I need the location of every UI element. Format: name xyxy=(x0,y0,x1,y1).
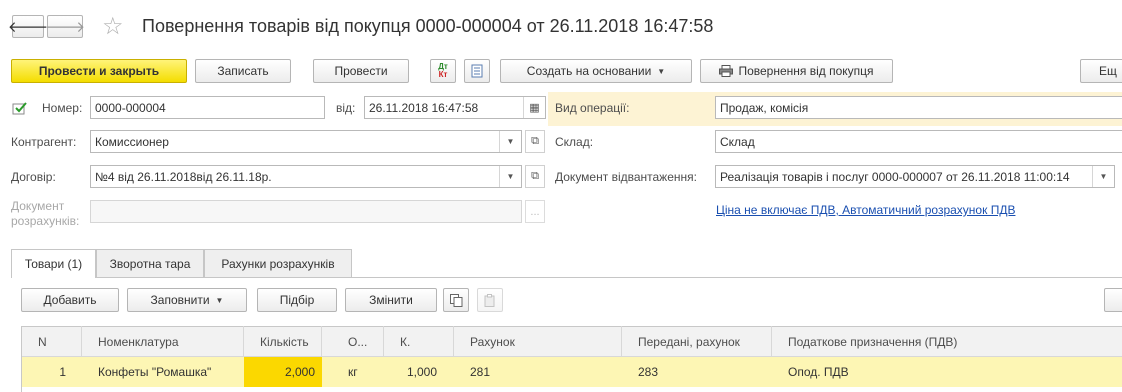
number-field[interactable]: 0000-000004 xyxy=(90,96,325,119)
contract-label: Договір: xyxy=(11,170,56,184)
column-header-item[interactable]: Номенклатура xyxy=(82,326,244,357)
kt-icon-text: Кт xyxy=(438,70,448,79)
shipment-document-value: Реалізація товарів і послуг 0000-000007 … xyxy=(720,169,1070,184)
column-header-account[interactable]: Рахунок xyxy=(454,326,622,357)
change-label: Змінити xyxy=(369,293,413,307)
date-value: 26.11.2018 16:47:58 xyxy=(369,100,479,115)
tabs-baseline xyxy=(11,277,1122,278)
select-label: Підбір xyxy=(279,293,315,307)
number-value: 0000-000004 xyxy=(95,100,166,115)
column-header-coefficient[interactable]: К. xyxy=(384,326,454,357)
counterparty-field[interactable]: Комиссионер ▼ xyxy=(90,130,522,153)
tab-settlement-accounts-label: Рахунки розрахунків xyxy=(221,256,335,271)
dtkt-button[interactable]: Дт Кт xyxy=(430,59,456,83)
document-icon xyxy=(471,64,483,78)
row-coefficient[interactable]: 1,000 xyxy=(384,357,454,387)
arrow-left-icon: 🡐 xyxy=(7,19,49,36)
chevron-down-icon[interactable]: ▼ xyxy=(499,131,521,152)
row-account[interactable]: 281 xyxy=(454,357,622,387)
tab-goods-label: Товари (1) xyxy=(24,257,83,271)
fill-button[interactable]: Заповнити ▼ xyxy=(127,288,247,312)
column-header-quantity[interactable]: Кількість xyxy=(244,326,322,357)
warehouse-label: Склад: xyxy=(555,135,594,149)
create-based-on-label: Создать на основании xyxy=(526,64,652,78)
contract-field[interactable]: №4 від 26.11.2018від 26.11.18р. ▼ xyxy=(90,165,522,188)
post-and-close-label: Провести и закрыть xyxy=(38,64,160,78)
copy-rows-button[interactable] xyxy=(443,288,469,312)
more-button[interactable]: Ещ xyxy=(1080,59,1122,83)
tab-returnable-packaging[interactable]: Зворотна тара xyxy=(96,249,204,277)
forward-button[interactable]: 🡒 xyxy=(44,15,86,38)
settlement-document-label: Документ розрахунків: xyxy=(11,199,79,229)
chevron-down-icon: ▼ xyxy=(215,295,224,305)
contract-value: №4 від 26.11.2018від 26.11.18р. xyxy=(95,169,272,184)
shipment-document-field[interactable]: Реалізація товарів і послуг 0000-000007 … xyxy=(715,165,1115,188)
paste-rows-button xyxy=(477,288,503,312)
operation-type-value: Продаж, комісія xyxy=(720,100,809,115)
save-button[interactable]: Записать xyxy=(195,59,291,83)
post-and-close-button[interactable]: Провести и закрыть xyxy=(11,59,187,83)
create-based-on-button[interactable]: Создать на основании ▼ xyxy=(500,59,692,83)
change-button[interactable]: Змінити xyxy=(345,288,437,312)
document-structure-button[interactable] xyxy=(464,59,490,83)
open-contract-icon[interactable]: ⧉ xyxy=(525,165,545,188)
row-unit[interactable]: кг xyxy=(322,357,384,387)
row-number: 1 xyxy=(59,365,66,379)
add-row-label: Добавить xyxy=(43,293,97,307)
printer-icon xyxy=(719,65,734,77)
table-more-button[interactable] xyxy=(1104,288,1122,312)
copy-icon xyxy=(449,293,462,307)
tab-settlement-accounts[interactable]: Рахунки розрахунків xyxy=(204,249,352,277)
open-counterparty-icon[interactable]: ⧉ xyxy=(525,130,545,153)
tab-goods[interactable]: Товари (1) xyxy=(11,249,96,278)
settlement-label-line1: Документ xyxy=(11,199,65,213)
column-header-n[interactable]: N xyxy=(22,326,82,357)
print-return-label: Повернення від покупця xyxy=(738,64,874,78)
date-label: від: xyxy=(336,101,356,115)
more-label: Ещ xyxy=(1099,64,1117,78)
column-header-transferred-account[interactable]: Передані, рахунок xyxy=(622,326,772,357)
add-row-button[interactable]: Добавить xyxy=(21,288,119,312)
row-quantity[interactable]: 2,000 xyxy=(244,357,322,387)
chevron-down-icon[interactable]: ▼ xyxy=(499,166,521,187)
row-item[interactable]: Конфеты "Ромашка" xyxy=(82,357,244,387)
save-label: Записать xyxy=(217,64,269,78)
row-vat-purpose[interactable]: Опод. ПДВ xyxy=(772,357,1122,387)
warehouse-value: Склад xyxy=(720,134,755,149)
shipment-document-label: Документ відвантаження: xyxy=(555,170,697,184)
paste-icon xyxy=(484,293,494,307)
date-field[interactable]: 26.11.2018 16:47:58 ▦ xyxy=(364,96,546,119)
settlement-label-line2: розрахунків: xyxy=(11,214,80,228)
number-label: Номер: xyxy=(42,101,83,115)
fill-label: Заповнити xyxy=(150,293,210,307)
select-button[interactable]: Підбір xyxy=(257,288,337,312)
column-header-vat-purpose[interactable]: Податкове призначення (ПДВ) xyxy=(772,326,1122,357)
post-label: Провести xyxy=(334,64,388,78)
calendar-icon[interactable]: ▦ xyxy=(523,97,545,118)
posted-status-icon xyxy=(12,102,27,115)
settlement-select-button: ... xyxy=(525,200,545,223)
print-return-button[interactable]: Повернення від покупця xyxy=(700,59,893,83)
counterparty-value: Комиссионер xyxy=(95,134,169,149)
tab-returnable-packaging-label: Зворотна тара xyxy=(109,256,191,271)
post-button[interactable]: Провести xyxy=(313,59,409,83)
chevron-down-icon: ▼ xyxy=(657,66,666,76)
chevron-down-icon[interactable]: ▼ xyxy=(1092,166,1114,187)
settlement-document-field xyxy=(90,200,522,223)
favorite-star-icon[interactable]: ☆ xyxy=(102,12,124,41)
operation-type-field[interactable]: Продаж, комісія xyxy=(715,96,1122,119)
vat-settings-link[interactable]: Ціна не включає ПДВ, Автоматичний розрах… xyxy=(716,203,1015,217)
warehouse-field[interactable]: Склад xyxy=(715,130,1122,153)
counterparty-label: Контрагент: xyxy=(11,135,77,149)
arrow-right-icon: 🡒 xyxy=(44,19,86,36)
page-title: Повернення товарів від покупця 0000-0000… xyxy=(142,16,714,36)
row-transferred-account[interactable]: 283 xyxy=(622,357,772,387)
back-button[interactable]: 🡐 xyxy=(8,15,48,38)
column-header-unit[interactable]: О... xyxy=(322,326,384,357)
operation-type-label: Вид операції: xyxy=(555,101,630,115)
